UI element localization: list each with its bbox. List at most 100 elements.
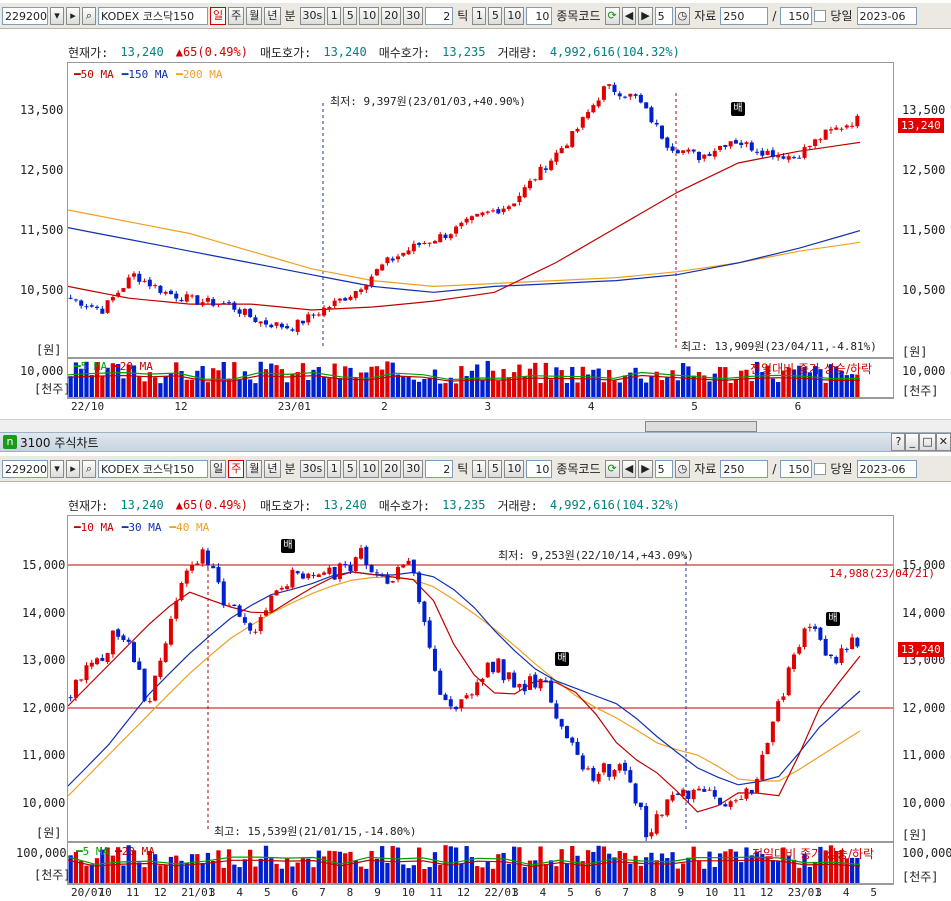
bottom-next-button[interactable]: ▸ <box>66 459 80 478</box>
top-clock-icon[interactable]: ◷ <box>674 6 691 25</box>
top-stock-name[interactable]: KODEX 코스닥150 <box>98 6 208 25</box>
bottom-tick-10[interactable]: 10 <box>504 459 525 478</box>
bottom-period-week[interactable]: 주 <box>228 459 245 478</box>
top-code-input[interactable]: 229200 <box>2 6 48 25</box>
bottom-left-ylabel: 14,000 <box>22 605 66 620</box>
bottom-interval-30s[interactable]: 30s <box>299 459 326 478</box>
bottom-ask-value: 13,240 <box>323 498 367 512</box>
bottom-volume-bar <box>744 847 749 883</box>
bottom-period-year[interactable]: 년 <box>264 459 281 478</box>
window-titlebar[interactable]: n 3100 주식차트 ? _ □ ✕ <box>0 432 951 452</box>
top-step-input[interactable]: 5 <box>654 6 673 25</box>
bottom-interval-20[interactable]: 20 <box>381 459 402 478</box>
top-same-day-checkbox[interactable] <box>814 9 827 22</box>
top-period-month[interactable]: 월 <box>246 6 263 25</box>
top-volume-bar <box>564 383 570 397</box>
top-period-week[interactable]: 주 <box>228 6 245 25</box>
bottom-candle <box>644 806 649 838</box>
top-interval-20[interactable]: 20 <box>381 6 402 25</box>
bottom-date-label: 7 <box>622 886 629 899</box>
bottom-date-input[interactable]: 2023-06 <box>856 459 917 478</box>
top-prev-arrow-icon[interactable]: ◀ <box>621 6 637 25</box>
bottom-interval-30[interactable]: 30 <box>403 459 424 478</box>
top-candle <box>422 243 427 245</box>
top-interval-30s[interactable]: 30s <box>299 6 326 25</box>
top-candle <box>285 326 290 329</box>
bottom-search-icon[interactable]: ⌕ <box>82 459 96 478</box>
bottom-next-arrow-icon[interactable]: ▶ <box>638 459 653 478</box>
bottom-tick-extra-input[interactable]: 10 <box>526 459 553 478</box>
bottom-candle <box>649 832 654 837</box>
bottom-interval-1[interactable]: 1 <box>327 459 342 478</box>
top-interval-1[interactable]: 1 <box>327 6 342 25</box>
top-period-year[interactable]: 년 <box>264 6 281 25</box>
bottom-volume-bar <box>279 868 284 883</box>
bottom-stock-name[interactable]: KODEX 코스닥150 <box>98 459 208 478</box>
bottom-tick-input[interactable]: 2 <box>425 459 454 478</box>
top-interval-5[interactable]: 5 <box>343 6 358 25</box>
top-candle <box>316 314 321 316</box>
bottom-candle <box>638 802 643 808</box>
top-scrollbar-thumb[interactable] <box>645 421 757 432</box>
top-tick-5[interactable]: 5 <box>488 6 503 25</box>
bottom-data-count-select[interactable]: 250 <box>720 459 769 478</box>
top-tick-10[interactable]: 10 <box>504 6 525 25</box>
top-interval-30[interactable]: 30 <box>403 6 424 25</box>
bottom-slash-divider: / <box>772 461 777 476</box>
bottom-tick-label: 틱 <box>457 462 469 476</box>
bottom-same-day-checkbox[interactable] <box>814 462 827 475</box>
bottom-volume-bar <box>137 862 142 883</box>
bottom-interval-5[interactable]: 5 <box>343 459 358 478</box>
top-code-dropdown-button[interactable]: ▾ <box>50 6 64 25</box>
bottom-code-dropdown-button[interactable]: ▾ <box>50 459 64 478</box>
top-candle <box>306 314 311 323</box>
top-date-input[interactable]: 2023-06 <box>856 6 917 25</box>
top-view-count-input[interactable]: 150 <box>780 6 813 25</box>
top-tick-input[interactable]: 2 <box>425 6 454 25</box>
bottom-volume-bar <box>459 863 464 883</box>
window-maximize-button[interactable]: □ <box>919 433 936 451</box>
top-next-button[interactable]: ▸ <box>66 6 80 25</box>
bottom-tick-1[interactable]: 1 <box>472 459 487 478</box>
bottom-date-label: 12 <box>760 886 774 899</box>
top-tick-1[interactable]: 1 <box>472 6 487 25</box>
top-period-day[interactable]: 일 <box>210 6 227 25</box>
bottom-prev-arrow-icon[interactable]: ◀ <box>621 459 637 478</box>
top-candle <box>691 149 696 152</box>
bottom-period-day[interactable]: 일 <box>210 459 227 478</box>
top-search-icon[interactable]: ⌕ <box>82 6 96 25</box>
bottom-step-input[interactable]: 5 <box>654 459 673 478</box>
top-interval-10[interactable]: 10 <box>359 6 380 25</box>
bottom-candle <box>417 572 422 603</box>
bottom-candle <box>89 662 94 667</box>
bottom-volume-bar <box>284 858 290 883</box>
top-refresh-icon[interactable]: ⟳ <box>604 6 620 25</box>
top-data-count-select[interactable]: 250 <box>720 6 769 25</box>
bottom-date-label: 9 <box>374 886 381 899</box>
bottom-candle <box>73 679 78 698</box>
top-scrollbar[interactable] <box>0 419 951 432</box>
window-minimize-button[interactable]: _ <box>905 433 920 451</box>
window-close-button[interactable]: ✕ <box>935 433 951 451</box>
bottom-price-chart[interactable] <box>68 516 893 841</box>
bottom-period-month[interactable]: 월 <box>246 459 263 478</box>
top-tick-extra-input[interactable]: 10 <box>526 6 553 25</box>
top-left-ylabel: 11,500 <box>20 223 64 237</box>
bottom-code-input[interactable]: 229200 <box>2 459 48 478</box>
bottom-unit-left: [원] <box>36 826 62 840</box>
top-candle <box>269 324 274 328</box>
bottom-view-count-input[interactable]: 150 <box>780 459 813 478</box>
bottom-clock-icon[interactable]: ◷ <box>674 459 691 478</box>
window-help-icon[interactable]: ? <box>891 433 906 451</box>
top-volume-bar <box>538 383 543 397</box>
bottom-interval-10[interactable]: 10 <box>359 459 380 478</box>
top-candle <box>702 154 707 159</box>
top-next-arrow-icon[interactable]: ▶ <box>638 6 653 25</box>
bottom-refresh-icon[interactable]: ⟳ <box>604 459 620 478</box>
bottom-left-ylabel: 11,000 <box>22 748 66 763</box>
bottom-volume-bar <box>79 860 84 883</box>
bottom-candle <box>153 675 158 701</box>
bottom-tick-5[interactable]: 5 <box>488 459 503 478</box>
top-volume-bar <box>258 361 263 397</box>
top-volume-bar <box>195 370 200 397</box>
